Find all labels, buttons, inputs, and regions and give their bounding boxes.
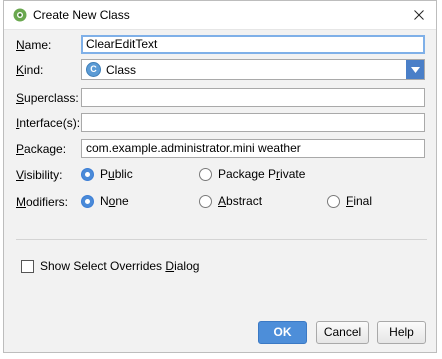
create-new-class-dialog: Create New Class Name: ClearEditText Kin…	[3, 0, 437, 353]
name-input[interactable]: ClearEditText	[81, 35, 425, 54]
superclass-input[interactable]	[81, 88, 425, 107]
superclass-label: Superclass:	[16, 91, 79, 105]
separator	[16, 239, 427, 240]
radio-unchecked-icon	[199, 194, 212, 208]
modifiers-abstract-radio[interactable]: Abstract	[199, 194, 262, 208]
interfaces-label: Interface(s):	[16, 116, 81, 130]
kind-label: Kind:	[16, 63, 44, 77]
show-overrides-checkbox[interactable]: Show Select Overrides Dialog	[21, 259, 199, 273]
android-studio-icon	[13, 8, 27, 22]
dialog-title: Create New Class	[33, 8, 130, 22]
close-icon	[414, 10, 424, 20]
cancel-button[interactable]: Cancel	[316, 321, 369, 344]
screen: Create New Class Name: ClearEditText Kin…	[0, 0, 442, 359]
chevron-down-icon	[410, 66, 420, 73]
title-bar: Create New Class	[4, 1, 436, 30]
checkbox-unchecked-icon	[21, 259, 34, 273]
help-button[interactable]: Help	[377, 321, 426, 344]
radio-unchecked-icon	[327, 194, 340, 208]
modifiers-none-radio[interactable]: None	[81, 194, 129, 208]
name-label: Name:	[16, 38, 52, 52]
radio-checked-icon	[81, 194, 94, 208]
kind-dropdown[interactable]: C Class	[81, 59, 425, 80]
interfaces-input[interactable]	[81, 113, 425, 132]
class-icon: C	[86, 62, 101, 77]
kind-value: Class	[106, 63, 137, 77]
close-button[interactable]	[404, 1, 434, 29]
dropdown-button[interactable]	[406, 60, 424, 79]
visibility-package-private-radio[interactable]: Package Private	[199, 167, 305, 181]
package-input[interactable]: com.example.administrator.mini weather	[81, 139, 425, 158]
radio-unchecked-icon	[199, 167, 212, 181]
modifiers-label: Modifiers:	[16, 195, 69, 209]
visibility-public-radio[interactable]: Public	[81, 167, 133, 181]
modifiers-final-radio[interactable]: Final	[327, 194, 372, 208]
package-label: Package:	[16, 142, 67, 156]
radio-checked-icon	[81, 167, 94, 181]
ok-button[interactable]: OK	[258, 321, 307, 344]
visibility-label: Visibility:	[16, 168, 63, 182]
